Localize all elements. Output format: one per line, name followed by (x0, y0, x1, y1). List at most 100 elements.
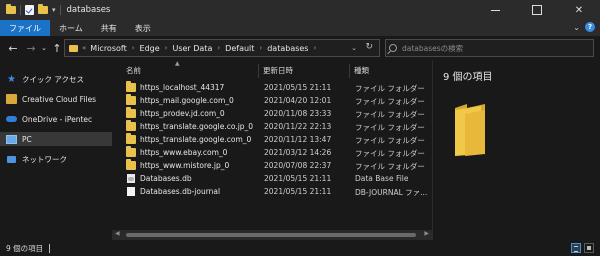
database-file-icon (127, 174, 135, 183)
column-header-name[interactable]: 名前 (126, 64, 141, 76)
chevron-right-icon[interactable]: › (259, 44, 262, 52)
file-name: https_mail.google.com_0 (140, 96, 234, 105)
status-bar: 9 個の項目 (0, 240, 600, 256)
file-name: https_localhost_44317 (140, 83, 225, 92)
scroll-right-icon[interactable]: ▶ (424, 230, 429, 237)
file-list: ▲ 名前 更新日時 種類 https_localhost_44317 2021/… (112, 60, 432, 240)
sidebar-item-label: ネットワーク (22, 154, 67, 164)
tab-view[interactable]: 表示 (126, 20, 160, 36)
chevron-right-icon[interactable]: › (313, 44, 316, 52)
file-date: 2021/05/15 21:11 (264, 187, 332, 196)
folder-icon (126, 81, 136, 92)
file-type: ファイル フォルダー (355, 97, 425, 106)
file-type: ファイル フォルダー (355, 149, 425, 158)
overflow-chevron-icon[interactable]: « (82, 44, 86, 52)
sidebar-item-creative-cloud[interactable]: Creative Cloud Files (6, 92, 96, 106)
close-button[interactable]: ✕ (558, 0, 600, 20)
folder-icon (126, 133, 136, 144)
view-switcher (571, 243, 594, 253)
file-name: Databases.db-journal (140, 187, 221, 196)
table-row[interactable]: Databases.db 2021/05/15 21:11 Data Base … (124, 173, 429, 185)
recent-locations-icon[interactable]: ⌄ (40, 41, 48, 55)
network-icon (6, 154, 17, 164)
sidebar-item-label: クイック アクセス (22, 74, 85, 84)
file-type: ファイル フォルダー (355, 123, 425, 132)
table-row[interactable]: https_translate.google.co.jp_0 2020/11/2… (124, 120, 429, 133)
sidebar-item-quick-access[interactable]: クイック アクセス (6, 72, 84, 86)
cloud-icon (6, 114, 17, 124)
properties-icon[interactable] (25, 5, 34, 15)
file-date: 2020/07/08 22:37 (264, 161, 332, 170)
tab-file[interactable]: ファイル (0, 20, 50, 36)
breadcrumb-item[interactable]: User Data (172, 44, 212, 53)
folder-icon (126, 159, 136, 170)
sidebar-item-network[interactable]: ネットワーク (6, 152, 67, 166)
search-placeholder: databasesの検索 (402, 43, 464, 53)
file-type: ファイル フォルダー (355, 162, 425, 171)
divider (20, 5, 21, 15)
folder-icon (126, 120, 136, 131)
title-bar: ▾ databases ✕ (0, 0, 600, 20)
table-row[interactable]: https_localhost_44317 2021/05/15 21:11 フ… (124, 81, 429, 94)
table-row[interactable]: https_translate.google.com_0 2020/11/12 … (124, 133, 429, 146)
scroll-left-icon[interactable]: ◀ (115, 230, 120, 237)
folder-icon (69, 44, 78, 52)
preview-pane: 9 個の項目 (432, 60, 600, 240)
expand-ribbon-icon[interactable]: ⌄ (573, 23, 580, 32)
window-controls: ✕ (474, 0, 600, 20)
column-header-date[interactable]: 更新日時 (258, 64, 293, 78)
customize-dropdown-icon[interactable]: ▾ (52, 6, 56, 14)
tab-share[interactable]: 共有 (92, 20, 126, 36)
table-row[interactable]: Databases.db-journal 2021/05/15 21:11 DB… (124, 186, 429, 198)
minimize-button[interactable] (474, 0, 516, 20)
horizontal-scrollbar[interactable]: ◀ ▶ (112, 230, 432, 240)
chevron-right-icon[interactable]: › (217, 44, 220, 52)
file-date: 2021/05/15 21:11 (264, 83, 332, 92)
quick-access-toolbar: ▾ (0, 0, 61, 20)
column-header-type[interactable]: 種類 (349, 64, 369, 78)
address-dropdown-icon[interactable]: ⌄ (351, 44, 357, 52)
breadcrumb-item[interactable]: Default (225, 44, 254, 53)
sort-ascending-icon: ▲ (175, 60, 180, 67)
help-icon[interactable]: ? (585, 22, 595, 32)
maximize-button[interactable] (516, 0, 558, 20)
file-type: ファイル フォルダー (355, 110, 425, 119)
chevron-right-icon[interactable]: › (165, 44, 168, 52)
table-row[interactable]: https_www.mistore.jp_0 2020/07/08 22:37 … (124, 159, 429, 172)
search-input[interactable]: databasesの検索 (385, 39, 594, 57)
details-view-icon[interactable] (571, 243, 581, 253)
table-row[interactable]: https_www.ebay.com_0 2021/03/12 14:26 ファ… (124, 146, 429, 159)
sidebar-item-onedrive[interactable]: OneDrive - iPentec (6, 112, 92, 126)
breadcrumb-item[interactable]: Edge (140, 44, 160, 53)
breadcrumb-item[interactable]: Microsoft (90, 44, 126, 53)
new-folder-icon[interactable] (38, 4, 48, 14)
forward-button[interactable]: → (24, 41, 38, 55)
folder-icon (126, 146, 136, 157)
refresh-icon[interactable]: ↻ (365, 42, 373, 52)
table-row[interactable]: https_mail.google.com_0 2021/04/20 12:01… (124, 94, 429, 107)
ribbon-tabs: ファイル ホーム 共有 表示 ⌄ ? (0, 20, 600, 36)
sidebar-item-label: Creative Cloud Files (22, 94, 97, 104)
back-button[interactable]: ← (6, 41, 20, 55)
folder-icon (455, 104, 485, 156)
scrollbar-thumb[interactable] (126, 233, 416, 237)
file-type: ファイル フォルダー (355, 84, 425, 93)
file-date: 2020/11/12 13:47 (264, 135, 332, 144)
file-name: https_translate.google.co.jp_0 (140, 122, 254, 131)
breadcrumb: Microsoft › Edge › User Data › Default ›… (90, 44, 321, 53)
file-type: ファイル フォルダー (355, 136, 425, 145)
chevron-right-icon[interactable]: › (132, 44, 135, 52)
navigation-bar: ← → ⌄ ↑ « Microsoft › Edge › User Data ›… (0, 36, 600, 60)
breadcrumb-item[interactable]: databases (267, 44, 308, 53)
pc-icon (6, 134, 17, 144)
address-bar[interactable]: « Microsoft › Edge › User Data › Default… (64, 39, 380, 57)
file-date: 2021/05/15 21:11 (264, 174, 332, 183)
table-row[interactable]: https_prodev.jd.com_0 2020/11/08 23:33 フ… (124, 107, 429, 120)
large-icons-view-icon[interactable] (584, 243, 594, 253)
up-button[interactable]: ↑ (50, 41, 64, 55)
sidebar-item-pc[interactable]: PC (0, 132, 112, 146)
file-name: https_translate.google.com_0 (140, 135, 252, 144)
tab-home[interactable]: ホーム (50, 20, 92, 36)
file-date: 2020/11/08 23:33 (264, 109, 332, 118)
status-text: 9 個の項目 (6, 243, 44, 253)
